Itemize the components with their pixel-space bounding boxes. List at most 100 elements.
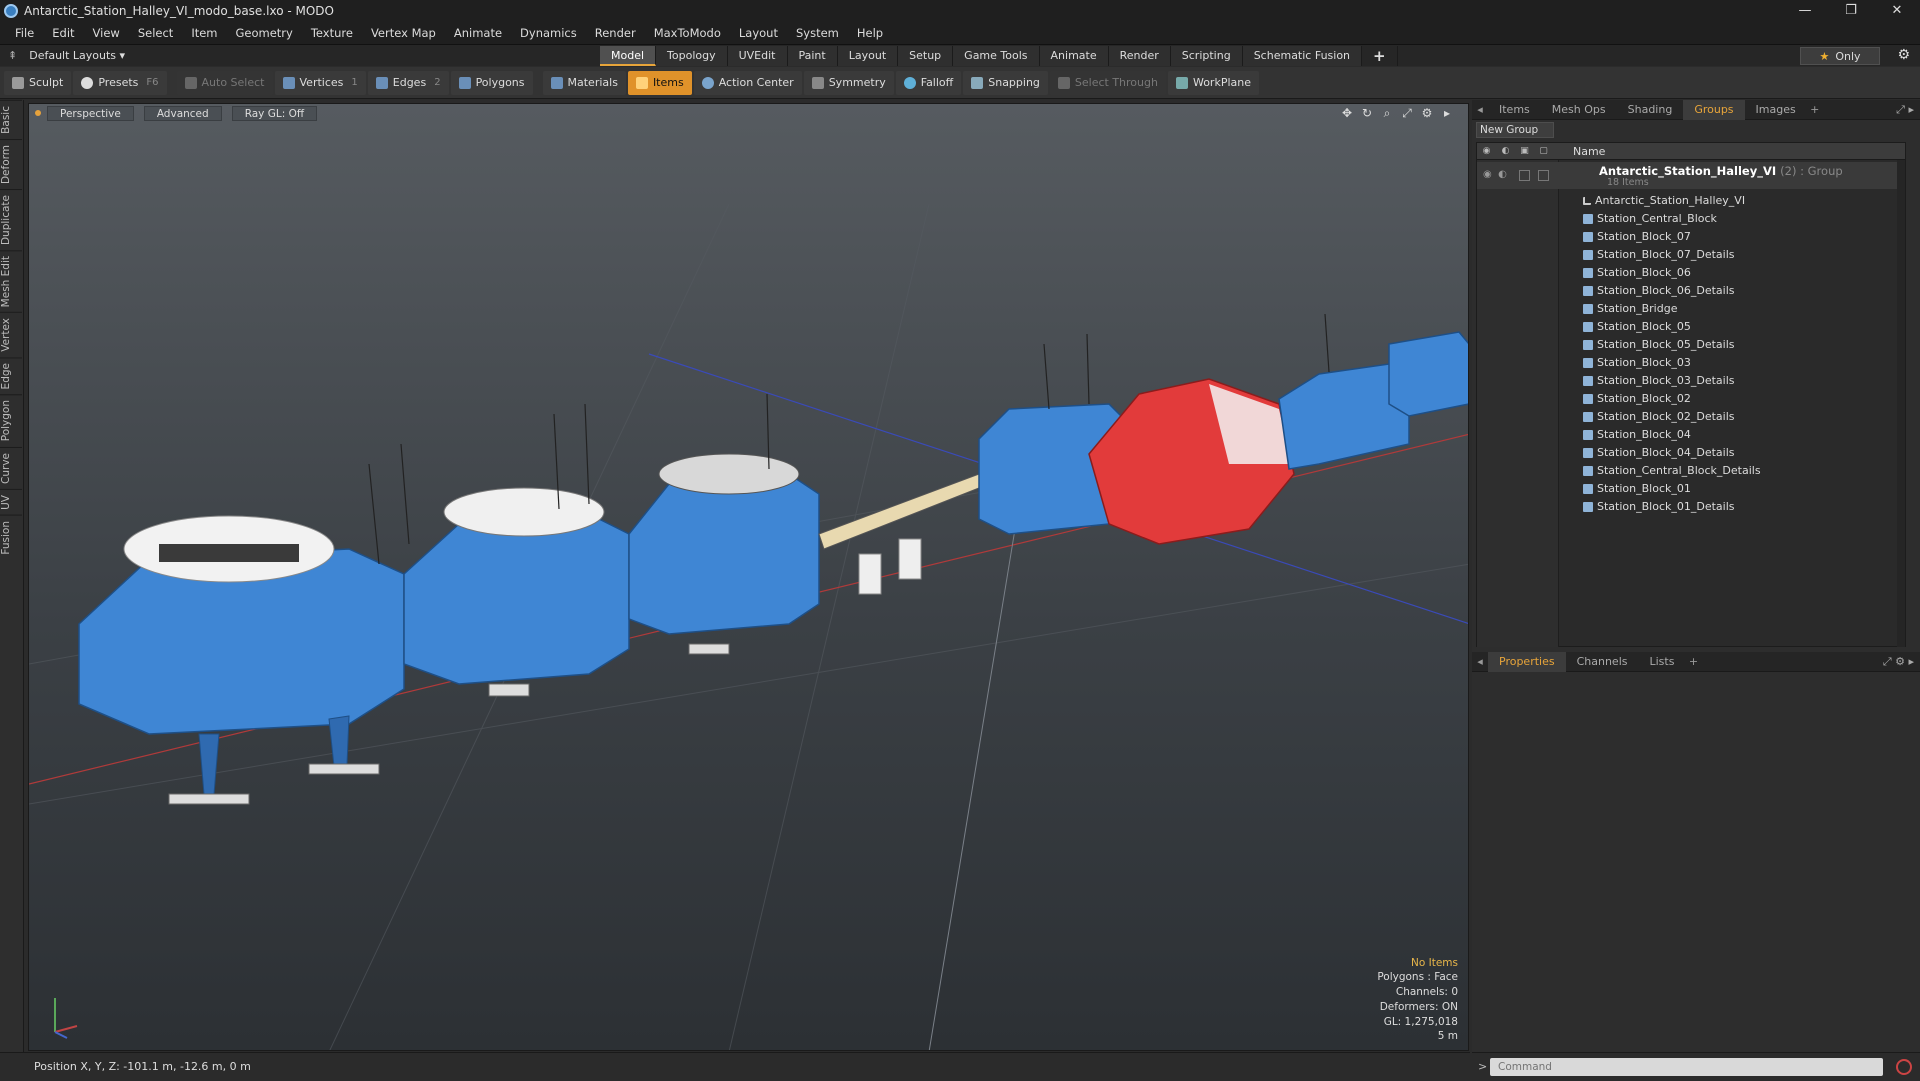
group-row[interactable]: ◉ ◐ Antarctic_Station_Halley_VI (2) : Gr… <box>1477 162 1905 189</box>
view-type-dropdown[interactable]: Perspective <box>47 105 134 121</box>
select-through-button[interactable]: Select Through <box>1049 70 1166 95</box>
workplane-button[interactable]: WorkPlane <box>1167 70 1259 95</box>
tab-layout[interactable]: Layout <box>837 45 899 66</box>
list-item[interactable]: Station_Block_03_Details <box>1569 372 1761 390</box>
eye-icon[interactable]: ◉ ◐ <box>1483 169 1507 180</box>
list-item[interactable]: Antarctic_Station_Halley_VI <box>1569 192 1761 210</box>
tab-animate[interactable]: Animate <box>1039 45 1109 66</box>
tab-items[interactable]: Items <box>1488 100 1541 120</box>
tab-groups[interactable]: Groups <box>1683 99 1745 120</box>
tab-basic[interactable]: Basic <box>0 100 22 139</box>
list-item[interactable]: Station_Block_02 <box>1569 390 1761 408</box>
tab-scripting[interactable]: Scripting <box>1170 45 1243 66</box>
list-item[interactable]: Station_Block_04 <box>1569 426 1761 444</box>
lock-column-icon[interactable]: ▣ <box>1515 146 1534 156</box>
menu-maxtomodo[interactable]: MaxToModo <box>645 26 730 40</box>
menu-view[interactable]: View <box>84 26 129 40</box>
auto-select-button[interactable]: Auto Select <box>176 70 273 95</box>
tree-scrollbar[interactable] <box>1897 160 1905 647</box>
tab-game-tools[interactable]: Game Tools <box>953 45 1040 66</box>
tab-shading[interactable]: Shading <box>1617 100 1684 120</box>
tab-uvedit[interactable]: UVEdit <box>727 45 788 66</box>
menu-vertex-map[interactable]: Vertex Map <box>362 26 445 40</box>
list-item[interactable]: Station_Block_03 <box>1569 354 1761 372</box>
collapse-arrow-icon[interactable]: ⇞ <box>8 49 17 62</box>
menu-item[interactable]: Item <box>182 26 226 40</box>
list-item[interactable]: Station_Block_05 <box>1569 318 1761 336</box>
viewport-settings-icon[interactable]: ⚙ <box>1420 106 1434 121</box>
menu-layout[interactable]: Layout <box>730 26 787 40</box>
tab-paint[interactable]: Paint <box>787 45 838 66</box>
menu-animate[interactable]: Animate <box>445 26 511 40</box>
list-item[interactable]: Station_Block_01_Details <box>1569 498 1761 516</box>
scene-render[interactable] <box>29 104 1469 1051</box>
tab-curve[interactable]: Curve <box>0 446 22 489</box>
list-item[interactable]: Station_Block_07 <box>1569 228 1761 246</box>
list-item[interactable]: Station_Block_06_Details <box>1569 282 1761 300</box>
menu-render[interactable]: Render <box>586 26 645 40</box>
props-menu-icon[interactable]: ◂ <box>1472 655 1488 668</box>
only-button[interactable]: ★ Only <box>1800 47 1880 65</box>
tab-mesh-ops[interactable]: Mesh Ops <box>1541 100 1617 120</box>
list-item[interactable]: Station_Block_05_Details <box>1569 336 1761 354</box>
menu-geometry[interactable]: Geometry <box>227 26 302 40</box>
list-item[interactable]: Station_Block_01 <box>1569 480 1761 498</box>
command-input[interactable] <box>1490 1058 1883 1076</box>
restore-button[interactable]: ❐ <box>1828 0 1874 22</box>
items-button[interactable]: Items <box>627 70 692 95</box>
tab-vertex[interactable]: Vertex <box>0 312 22 357</box>
tab-edge[interactable]: Edge <box>0 356 22 395</box>
layouts-dropdown[interactable]: Default Layouts ▾ <box>29 49 125 62</box>
visibility-column-icon[interactable]: ◉ <box>1477 146 1496 156</box>
materials-button[interactable]: Materials <box>542 70 626 95</box>
props-expand-icon[interactable]: ⤢ ⚙ ▸ <box>1883 655 1920 669</box>
panel-menu-icon[interactable]: ◂ <box>1472 103 1488 116</box>
tab-duplicate[interactable]: Duplicate <box>0 188 22 250</box>
add-props-tab-icon[interactable]: + <box>1685 655 1701 668</box>
viewport-menu-dot[interactable] <box>35 110 41 116</box>
menu-select[interactable]: Select <box>129 26 182 40</box>
list-item[interactable]: Station_Central_Block <box>1569 210 1761 228</box>
tab-lists[interactable]: Lists <box>1639 652 1686 672</box>
list-item[interactable]: Station_Block_06 <box>1569 264 1761 282</box>
menu-help[interactable]: Help <box>848 26 892 40</box>
tab-deform[interactable]: Deform <box>0 138 22 189</box>
sculpt-button[interactable]: Sculpt <box>4 70 72 95</box>
falloff-button[interactable]: Falloff <box>895 70 962 95</box>
tab-model[interactable]: Model <box>600 45 657 66</box>
tab-fusion[interactable]: Fusion <box>0 514 22 560</box>
zoom-icon[interactable]: ⌕ <box>1380 106 1394 121</box>
panel-expand-icon[interactable]: ⤢ ▸ <box>1896 103 1920 117</box>
list-item[interactable]: Station_Block_02_Details <box>1569 408 1761 426</box>
add-tab-button[interactable]: + <box>1362 45 1398 66</box>
list-item[interactable]: Station_Bridge <box>1569 300 1761 318</box>
tab-polygon[interactable]: Polygon <box>0 394 22 447</box>
lock-toggle[interactable] <box>1519 170 1530 181</box>
menu-system[interactable]: System <box>787 26 848 40</box>
minimize-button[interactable]: — <box>1782 0 1828 22</box>
layouts-selector[interactable]: ⇞ Default Layouts ▾ <box>0 49 600 62</box>
gear-icon[interactable]: ⚙ <box>1897 47 1910 63</box>
menu-file[interactable]: File <box>6 26 43 40</box>
vertices-button[interactable]: Vertices 1 <box>274 70 366 95</box>
render-column-icon[interactable]: ◐ <box>1496 146 1515 156</box>
edges-button[interactable]: Edges 2 <box>367 70 449 95</box>
polygons-button[interactable]: Polygons <box>450 70 533 95</box>
pan-icon[interactable]: ✥ <box>1340 106 1354 121</box>
tab-mesh-edit[interactable]: Mesh Edit <box>0 249 22 313</box>
menu-dynamics[interactable]: Dynamics <box>511 26 586 40</box>
name-column-header[interactable]: Name <box>1573 145 1605 158</box>
tab-render[interactable]: Render <box>1108 45 1171 66</box>
add-panel-tab-icon[interactable]: + <box>1807 103 1823 116</box>
menu-texture[interactable]: Texture <box>302 26 362 40</box>
raygl-toggle[interactable]: Ray GL: Off <box>231 105 318 121</box>
list-item[interactable]: Station_Central_Block_Details <box>1569 462 1761 480</box>
record-macro-icon[interactable] <box>1896 1059 1912 1075</box>
select-toggle[interactable] <box>1538 170 1549 181</box>
list-item[interactable]: Station_Block_07_Details <box>1569 246 1761 264</box>
3d-viewport[interactable]: Perspective Advanced Ray GL: Off ✥ ↻ ⌕ ⤢… <box>28 103 1469 1051</box>
close-button[interactable]: ✕ <box>1874 0 1920 22</box>
tab-uv[interactable]: UV <box>0 488 22 515</box>
shading-dropdown[interactable]: Advanced <box>143 105 222 121</box>
tab-properties[interactable]: Properties <box>1488 651 1566 672</box>
